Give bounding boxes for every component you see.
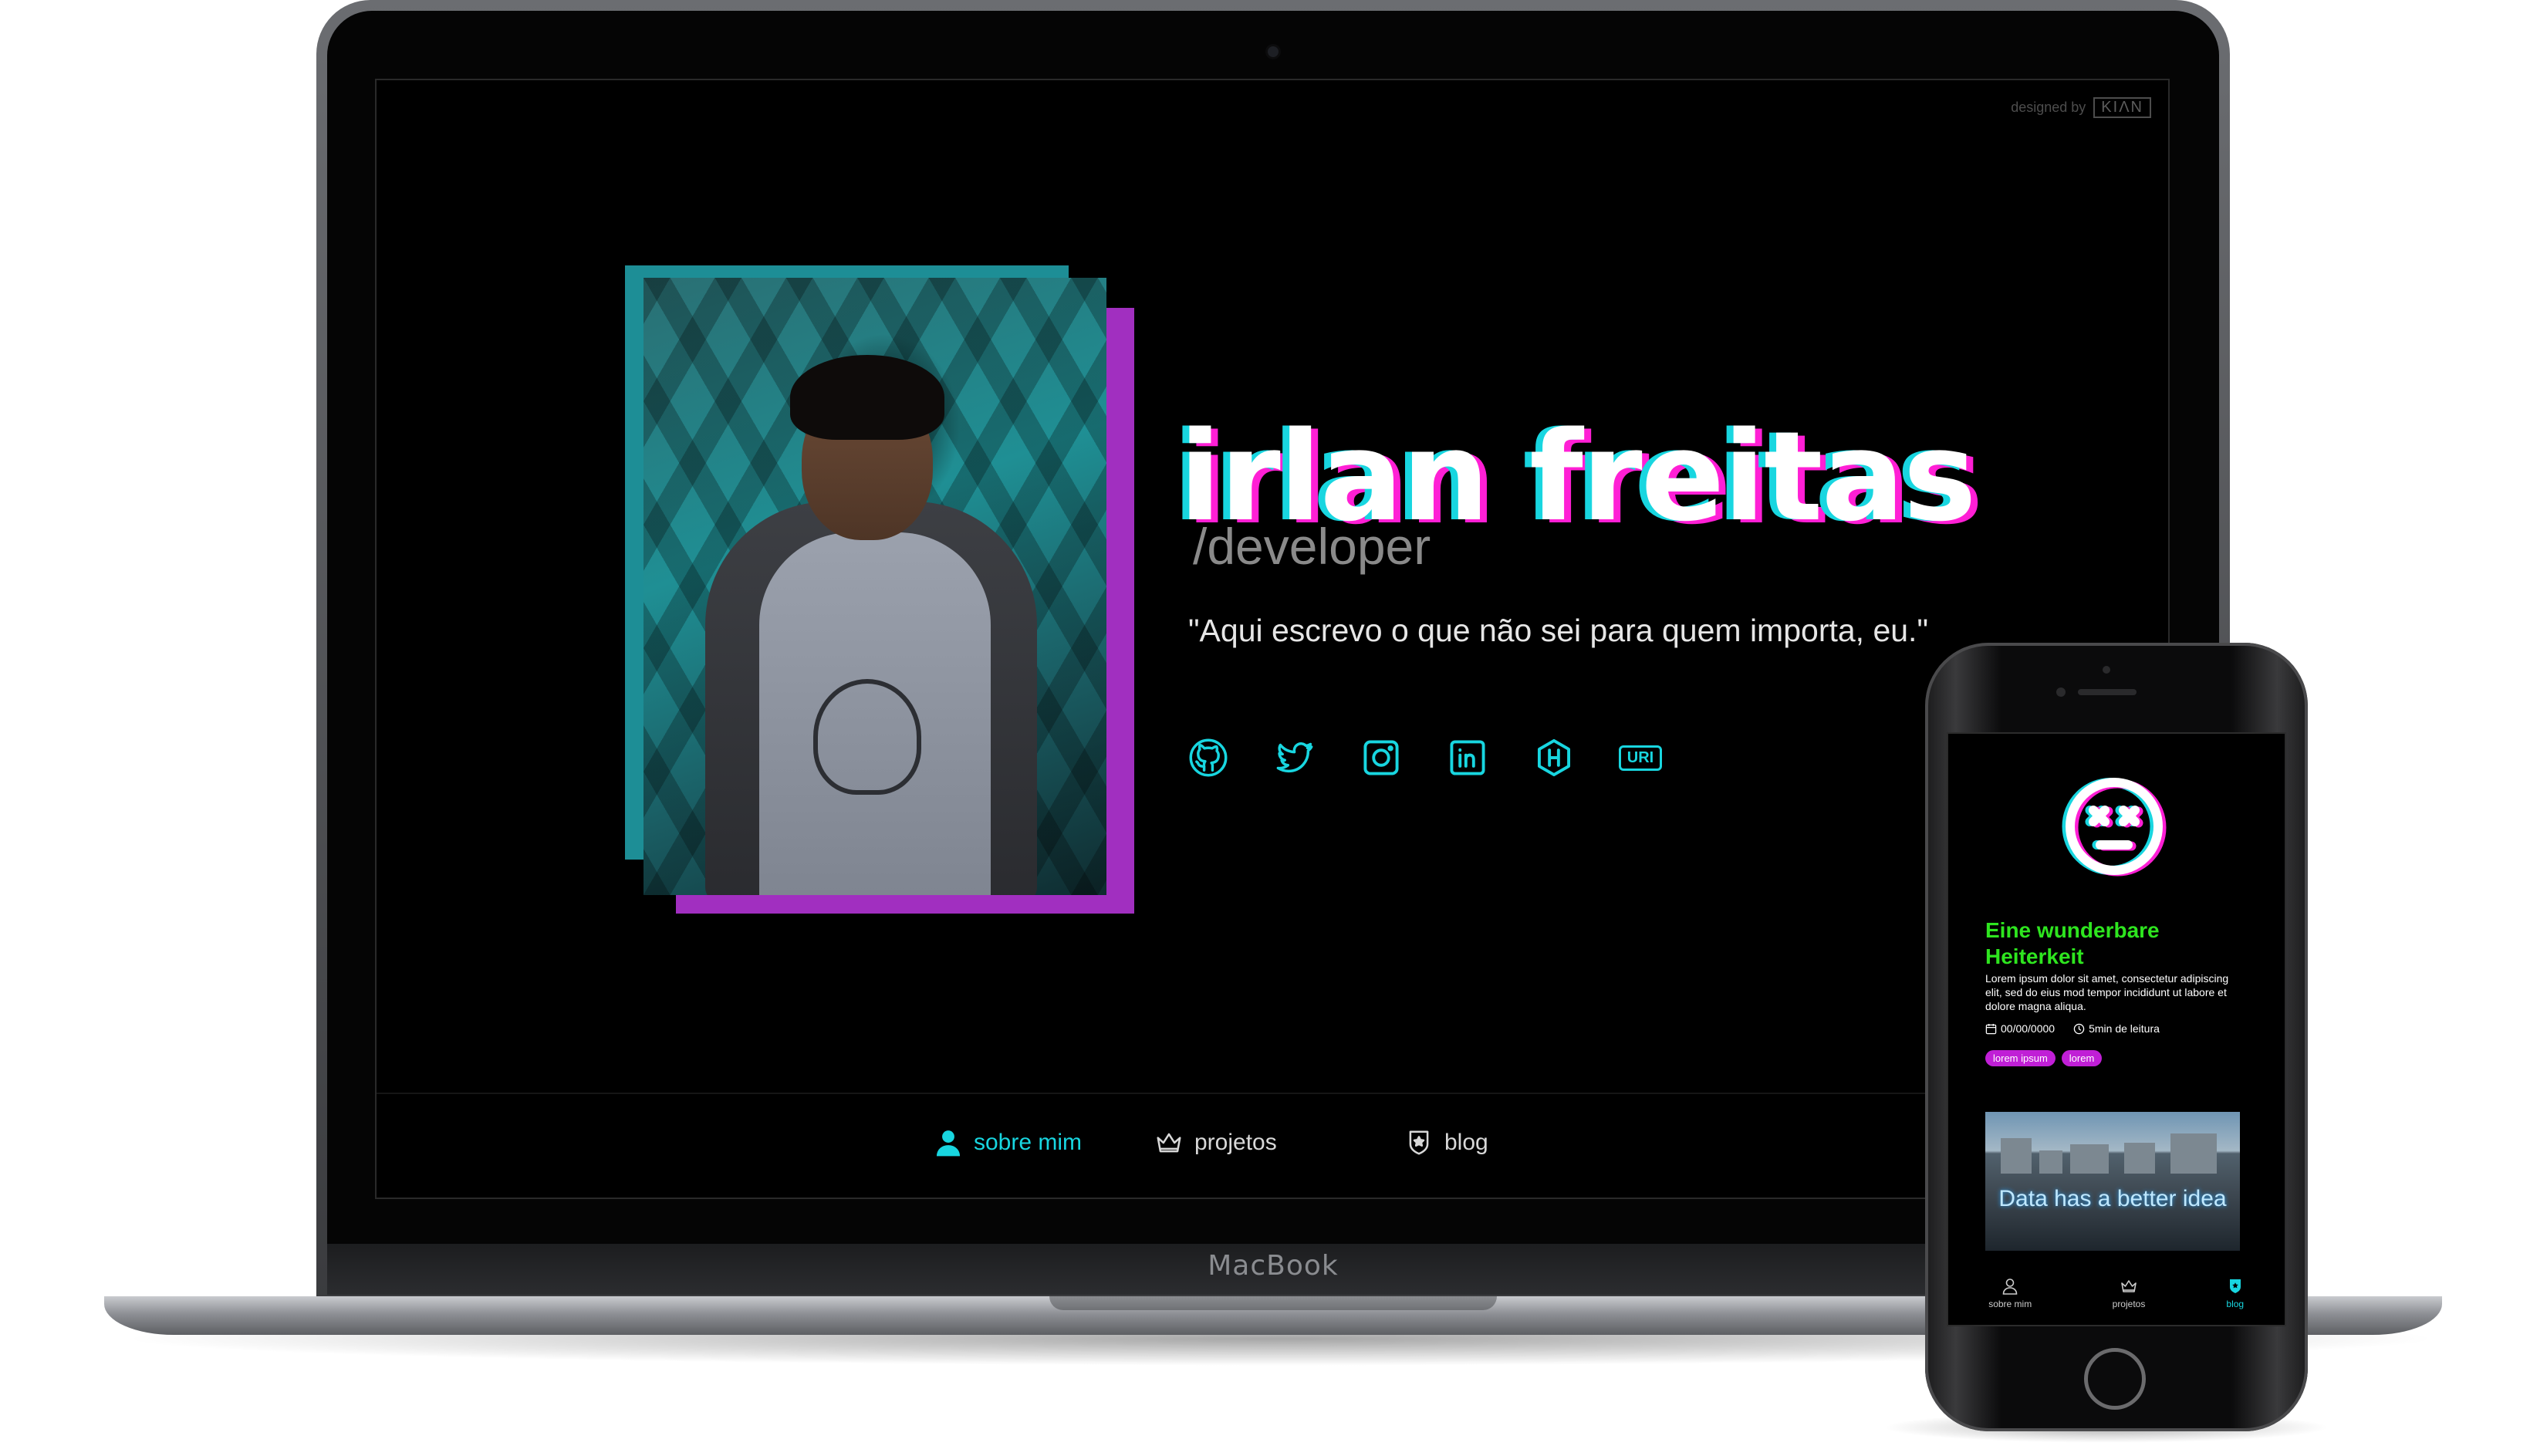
clock-icon <box>2073 1023 2085 1034</box>
phone-nav-label: sobre mim <box>1988 1299 2032 1309</box>
phone-nav-projetos[interactable]: projetos <box>2112 1277 2146 1309</box>
laptop-screen: designed by KIΛN irlan freitas /develope… <box>375 79 2170 1199</box>
profile-quote: "Aqui escrevo o que não sei para quem im… <box>1188 613 1928 648</box>
uri-icon[interactable]: URI <box>1618 736 1663 779</box>
phone-device: Eine wunderbare Heiterkeit Lorem ipsum d… <box>1925 643 2308 1431</box>
nav-label: blog <box>1444 1130 1488 1155</box>
designer-credit: designed by KIΛN <box>2011 97 2151 118</box>
phone-bottom-nav: sobre mim projetos blog <box>1948 1262 2285 1325</box>
nav-blog[interactable]: blog <box>1404 1128 1488 1157</box>
crown-icon <box>2121 1280 2137 1292</box>
skyline-building <box>2170 1133 2217 1174</box>
skyline-building <box>2124 1143 2155 1174</box>
shield-star-icon <box>2229 1279 2241 1293</box>
skyline-building <box>2070 1144 2109 1174</box>
phone-nav-sobre-mim[interactable]: sobre mim <box>1988 1277 2032 1309</box>
twitter-icon[interactable] <box>1273 736 1316 779</box>
phone-front-camera <box>2056 687 2066 697</box>
user-icon <box>2002 1279 2018 1295</box>
crown-icon <box>1157 1133 1181 1153</box>
phone-home-button[interactable] <box>2084 1348 2146 1410</box>
nav-projetos[interactable]: projetos <box>1154 1128 1277 1157</box>
phone-nav-blog[interactable]: blog <box>2226 1277 2245 1309</box>
linkedin-icon[interactable] <box>1446 736 1489 779</box>
post-date-text: 00/00/0000 <box>2001 1022 2056 1035</box>
post-excerpt: Lorem ipsum dolor sit amet, consectetur … <box>1985 972 2229 1012</box>
user-icon <box>936 1130 961 1157</box>
post-read-time: 5min de leitura <box>2073 1022 2160 1035</box>
laptop-brand-label: MacBook <box>1208 1250 1339 1282</box>
shield-star-icon <box>1409 1130 1429 1155</box>
post-read-time-text: 5min de leitura <box>2089 1022 2160 1035</box>
instagram-icon[interactable] <box>1360 736 1403 779</box>
post-tags: lorem ipsum lorem <box>1985 1050 2103 1066</box>
phone-nav-label: projetos <box>2112 1299 2146 1309</box>
photo-hair <box>790 355 944 440</box>
post-cover-image[interactable]: Data has a better idea <box>1985 1112 2240 1251</box>
skyline-building <box>2001 1138 2032 1174</box>
laptop-camera <box>1268 46 1279 57</box>
cover-image-text: Data has a better idea <box>1998 1186 2227 1211</box>
profile-role: /developer <box>1193 518 1431 575</box>
photo-skull-print <box>813 679 921 795</box>
tag-pill[interactable]: lorem ipsum <box>1985 1050 2056 1066</box>
skyline-building <box>2039 1150 2062 1174</box>
credit-prefix: designed by <box>2011 100 2086 115</box>
calendar-icon <box>1985 1023 1997 1034</box>
bottom-nav: sobre mim projetos blog <box>377 1093 2168 1198</box>
hackerrank-icon[interactable] <box>1532 736 1576 779</box>
uri-badge-label: URI <box>1618 745 1663 771</box>
post-title[interactable]: Eine wunderbare Heiterkeit <box>1985 917 2248 970</box>
post-date: 00/00/0000 <box>1985 1022 2055 1035</box>
phone-screen: Eine wunderbare Heiterkeit Lorem ipsum d… <box>1947 732 2286 1326</box>
phone-nav-label: blog <box>2226 1299 2245 1309</box>
nav-label: sobre mim <box>974 1130 1083 1155</box>
laptop-opening-notch <box>1049 1296 1497 1310</box>
glitch-face-icon <box>2062 778 2167 877</box>
social-links: URI <box>1187 736 1705 779</box>
post-meta: 00/00/0000 5min de leitura <box>1985 1022 2160 1035</box>
profile-photo <box>644 278 1106 895</box>
nav-sobre-mim[interactable]: sobre mim <box>934 1128 1082 1157</box>
profile-photo-frame <box>625 265 1134 914</box>
github-icon[interactable] <box>1187 736 1230 779</box>
tag-pill[interactable]: lorem <box>2061 1050 2103 1066</box>
nav-label: projetos <box>1194 1130 1277 1155</box>
designer-logo: KIΛN <box>2093 97 2151 118</box>
phone-sensor <box>2103 666 2110 674</box>
phone-speaker <box>2078 689 2137 695</box>
